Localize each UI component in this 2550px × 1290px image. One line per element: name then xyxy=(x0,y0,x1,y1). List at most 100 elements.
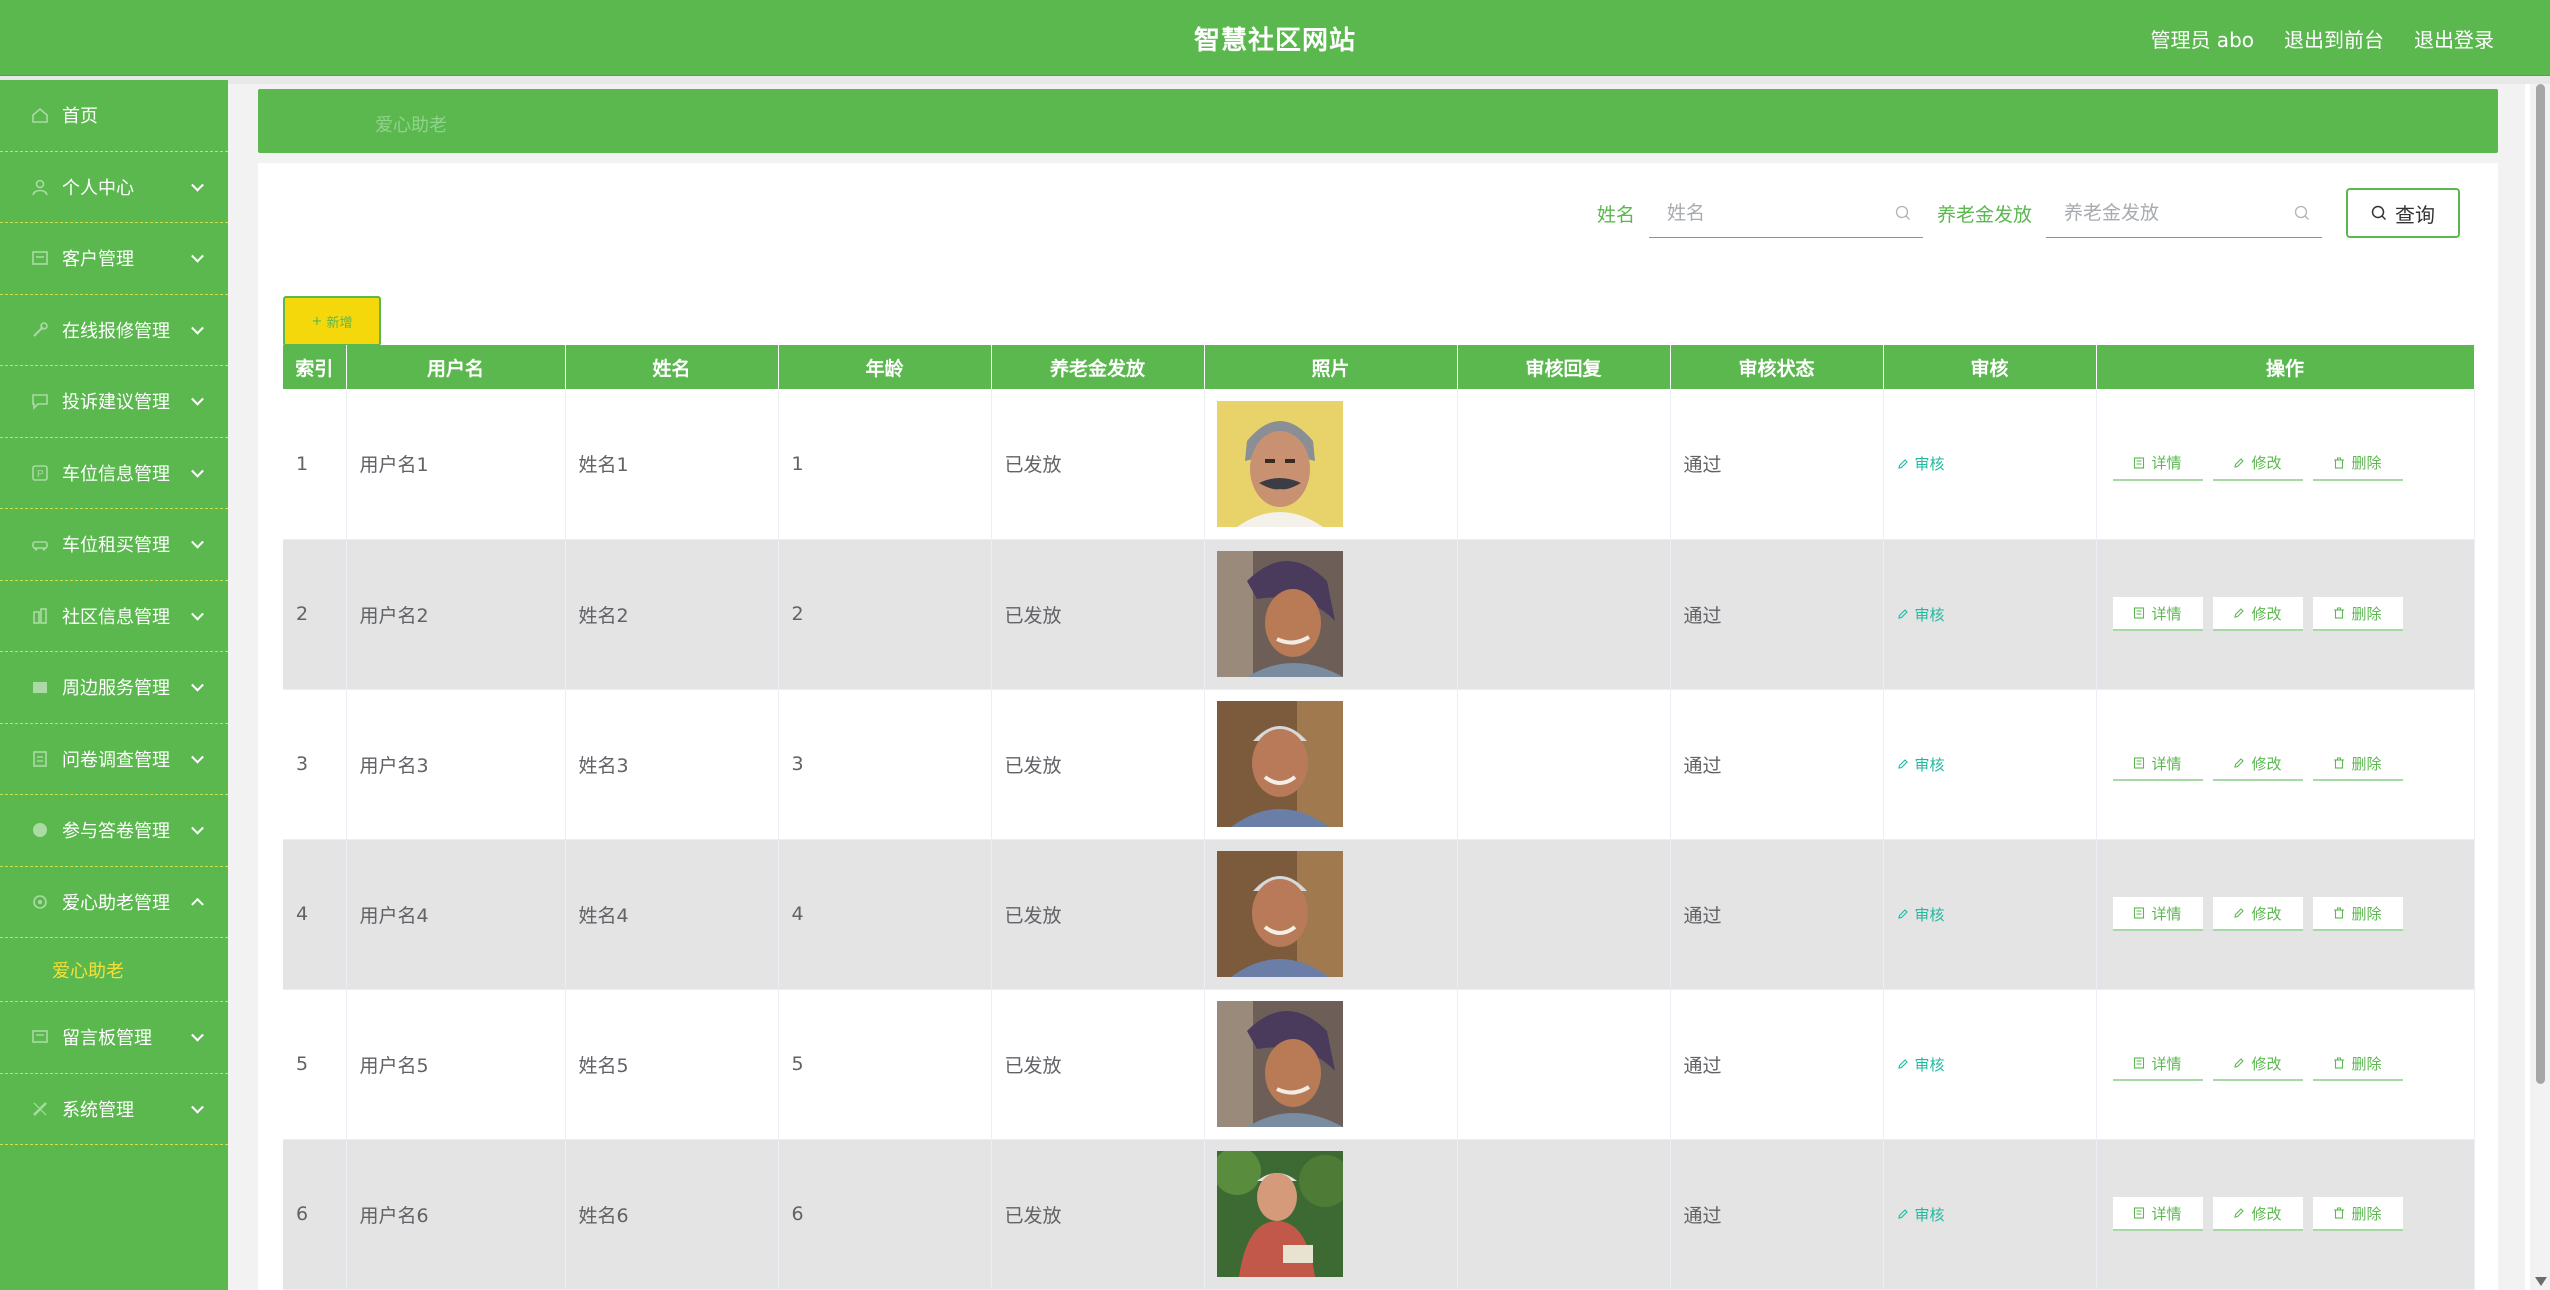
audit-button[interactable]: 审核 xyxy=(1897,1054,1945,1075)
edit-button[interactable]: 修改 xyxy=(2212,747,2303,781)
sidebar-item[interactable]: 投诉建议管理 xyxy=(0,366,228,438)
sidebar-item[interactable]: P 车位信息管理 xyxy=(0,438,228,509)
cell-name: 姓名5 xyxy=(565,989,779,1140)
edit-button[interactable]: 修改 xyxy=(2212,1197,2303,1231)
search-icon xyxy=(2371,205,2387,221)
name-search-input[interactable] xyxy=(1648,188,1923,237)
cell-photo xyxy=(1204,839,1458,990)
elder-photo[interactable] xyxy=(1216,701,1343,827)
cell-username-text: 用户名3 xyxy=(359,754,429,777)
pension-search-input[interactable] xyxy=(2046,188,2322,237)
elder-photo[interactable] xyxy=(1216,400,1343,527)
edit-icon xyxy=(2234,908,2245,918)
sidebar-item[interactable]: 参与答卷管理 xyxy=(0,795,228,867)
elder-photo[interactable] xyxy=(1216,1151,1343,1277)
cell-status: 通过 xyxy=(1670,1139,1884,1290)
audit-button[interactable]: 审核 xyxy=(1897,904,1945,925)
main-area: 爱心助老 姓名 养老金发放 xyxy=(228,84,2525,1290)
cell-username-text: 用户名5 xyxy=(359,1054,429,1077)
column-header: 审核回复 xyxy=(1457,345,1671,389)
audit-button[interactable]: 审核 xyxy=(1897,754,1945,775)
edit-button[interactable]: 修改 xyxy=(2212,1047,2303,1081)
sidebar-item-label: 客户管理 xyxy=(62,249,134,271)
sidebar-item-label: 问卷调查管理 xyxy=(62,749,170,771)
delete-button[interactable]: 删除 xyxy=(2312,1197,2403,1231)
cell-pension-text: 已发放 xyxy=(1004,604,1062,627)
audit-button[interactable]: 审核 xyxy=(1897,453,1945,474)
customer-icon xyxy=(30,248,50,268)
sidebar-item[interactable]: 在线报修管理 xyxy=(0,295,228,366)
cell-username-text: 用户名6 xyxy=(359,1204,429,1227)
query-button-label: 查询 xyxy=(2395,202,2435,227)
sidebar-item[interactable]: 周边服务管理 xyxy=(0,652,228,724)
chevron-down-icon xyxy=(191,321,204,335)
scroll-down-arrow-icon[interactable] xyxy=(2535,1277,2547,1286)
name-search-label: 姓名 xyxy=(1596,203,1635,226)
row-actions: 详情 修改 删除 xyxy=(2110,1047,2474,1081)
sidebar-item[interactable]: 个人中心 xyxy=(0,152,228,223)
elder-photo[interactable] xyxy=(1216,551,1343,677)
scroll-thumb[interactable] xyxy=(2536,84,2545,1084)
audit-button[interactable]: 审核 xyxy=(1897,604,1945,625)
detail-button[interactable]: 详情 xyxy=(2112,1047,2203,1081)
add-button[interactable]: + 新增 xyxy=(283,296,381,346)
cell-username: 用户名1 xyxy=(346,389,566,540)
audit-button-label: 审核 xyxy=(1914,455,1945,474)
detail-button[interactable]: 详情 xyxy=(2112,597,2203,631)
cell-age-text: 1 xyxy=(791,452,804,475)
page-scrollbar[interactable] xyxy=(2530,84,2550,1290)
sidebar-item-label: 留言板管理 xyxy=(62,1028,152,1050)
logout-link[interactable]: 退出登录 xyxy=(2414,24,2494,53)
data-table: 索引 用户名 姓名 年龄 养老金发放 照片 审核回复 审核状态 审核 操作 1 用户名1 姓名1 1 已发… xyxy=(283,345,2475,1290)
delete-button[interactable]: 删除 xyxy=(2312,597,2403,631)
document-icon xyxy=(2134,757,2145,769)
elder-photo[interactable] xyxy=(1216,851,1343,977)
sidebar-item-label: 系统管理 xyxy=(62,1099,134,1121)
elder-photo[interactable] xyxy=(1216,1001,1343,1127)
edit-icon xyxy=(1897,909,1908,919)
document-icon xyxy=(2134,1057,2145,1069)
chevron-down-icon xyxy=(191,536,204,549)
cell-name-text: 姓名5 xyxy=(578,1054,629,1077)
edit-icon xyxy=(2234,758,2245,768)
sidebar-subitem-active[interactable]: 爱心助老 xyxy=(0,938,228,1002)
edit-icon xyxy=(2234,457,2245,468)
sidebar-item[interactable]: 系统管理 xyxy=(0,1074,228,1145)
detail-button[interactable]: 详情 xyxy=(2112,747,2203,781)
delete-button[interactable]: 删除 xyxy=(2312,446,2403,481)
sidebar-item[interactable]: 社区信息管理 xyxy=(0,581,228,652)
detail-button[interactable]: 详情 xyxy=(2112,1197,2203,1231)
sidebar-item-label: 首页 xyxy=(62,106,98,128)
sidebar-item[interactable]: 车位租买管理 xyxy=(0,509,228,581)
edit-button[interactable]: 修改 xyxy=(2212,446,2303,481)
sidebar-item[interactable]: 留言板管理 xyxy=(0,1002,228,1074)
sidebar-item[interactable]: 爱心助老管理 xyxy=(0,867,228,938)
sidebar-item[interactable]: 问卷调查管理 xyxy=(0,724,228,795)
cell-username-text: 用户名4 xyxy=(359,904,429,927)
query-button[interactable]: 查询 xyxy=(2346,188,2460,238)
edit-button[interactable]: 修改 xyxy=(2212,597,2303,631)
exit-to-front-link[interactable]: 退出到前台 xyxy=(2284,24,2384,53)
delete-button[interactable]: 删除 xyxy=(2312,1047,2403,1081)
cell-audit: 审核 xyxy=(1883,1139,2097,1290)
admin-user-label[interactable]: 管理员 abo xyxy=(2150,24,2254,53)
cell-name: 姓名3 xyxy=(565,689,779,840)
sidebar-item[interactable]: 首页 xyxy=(0,80,228,152)
pension-search-label: 养老金发放 xyxy=(1936,203,2032,226)
cell-pension: 已发放 xyxy=(991,839,1205,990)
edit-button[interactable]: 修改 xyxy=(2212,897,2303,931)
sidebar-item[interactable]: 客户管理 xyxy=(0,223,228,295)
delete-button[interactable]: 删除 xyxy=(2312,747,2403,781)
cell-status: 通过 xyxy=(1670,689,1884,840)
audit-button[interactable]: 审核 xyxy=(1897,1204,1945,1225)
breadcrumb-current[interactable]: 爱心助老 xyxy=(375,111,447,137)
sidebar-item-label: 在线报修管理 xyxy=(62,320,170,342)
detail-button[interactable]: 详情 xyxy=(2112,446,2203,481)
column-header: 操作 xyxy=(2096,345,2475,389)
cell-reply xyxy=(1457,989,1671,1140)
cell-index: 3 xyxy=(283,689,347,840)
chevron-down-icon xyxy=(191,1029,204,1042)
delete-button[interactable]: 删除 xyxy=(2312,897,2403,931)
cell-index: 5 xyxy=(283,989,347,1140)
detail-button[interactable]: 详情 xyxy=(2112,897,2203,931)
